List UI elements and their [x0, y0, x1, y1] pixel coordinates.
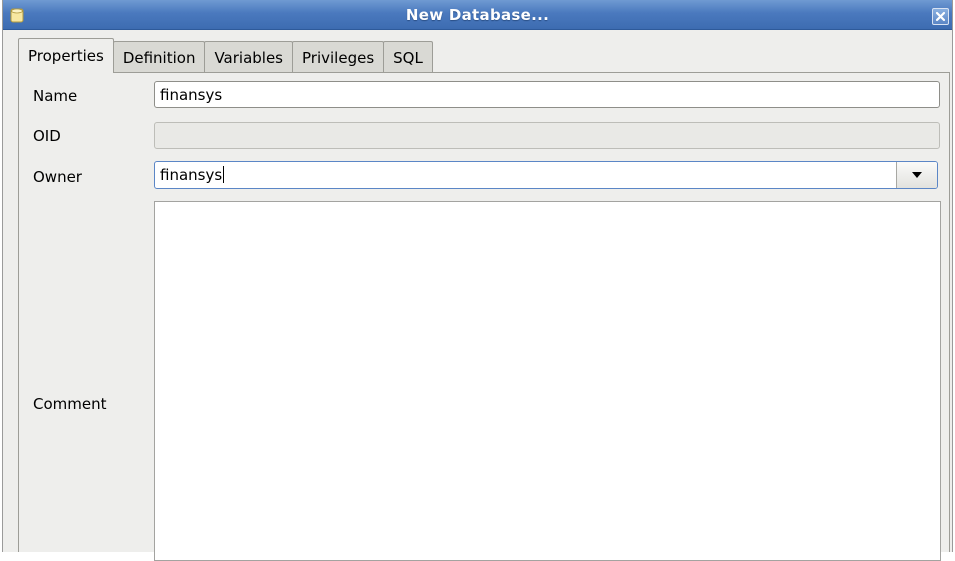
tab-bar: Properties Definition Variables Privileg… [18, 38, 433, 73]
chevron-down-icon [911, 171, 923, 179]
owner-dropdown-button[interactable] [896, 162, 937, 188]
tab-sql[interactable]: SQL [383, 41, 433, 73]
tab-privileges[interactable]: Privileges [292, 41, 385, 73]
new-database-dialog: New Database... Properties Definition Va… [2, 0, 953, 561]
properties-panel: Name finansys OID Owner finansys Comment [18, 72, 950, 561]
title-bar[interactable]: New Database... [3, 0, 952, 30]
owner-value: finansys [160, 166, 223, 184]
close-icon [933, 9, 948, 24]
name-label: Name [33, 87, 78, 105]
text-cursor [223, 166, 225, 183]
tab-variables[interactable]: Variables [204, 41, 294, 73]
comment-label: Comment [33, 395, 107, 413]
tab-properties[interactable]: Properties [18, 38, 114, 73]
close-button[interactable] [932, 8, 949, 25]
owner-input[interactable]: finansys [155, 162, 896, 188]
window-title: New Database... [405, 6, 550, 24]
owner-combobox[interactable]: finansys [154, 161, 938, 189]
oid-field [154, 122, 940, 149]
tab-definition[interactable]: Definition [112, 41, 206, 73]
comment-textarea[interactable] [154, 201, 941, 561]
oid-label: OID [33, 127, 61, 145]
name-field[interactable]: finansys [154, 81, 940, 108]
owner-label: Owner [33, 168, 82, 186]
